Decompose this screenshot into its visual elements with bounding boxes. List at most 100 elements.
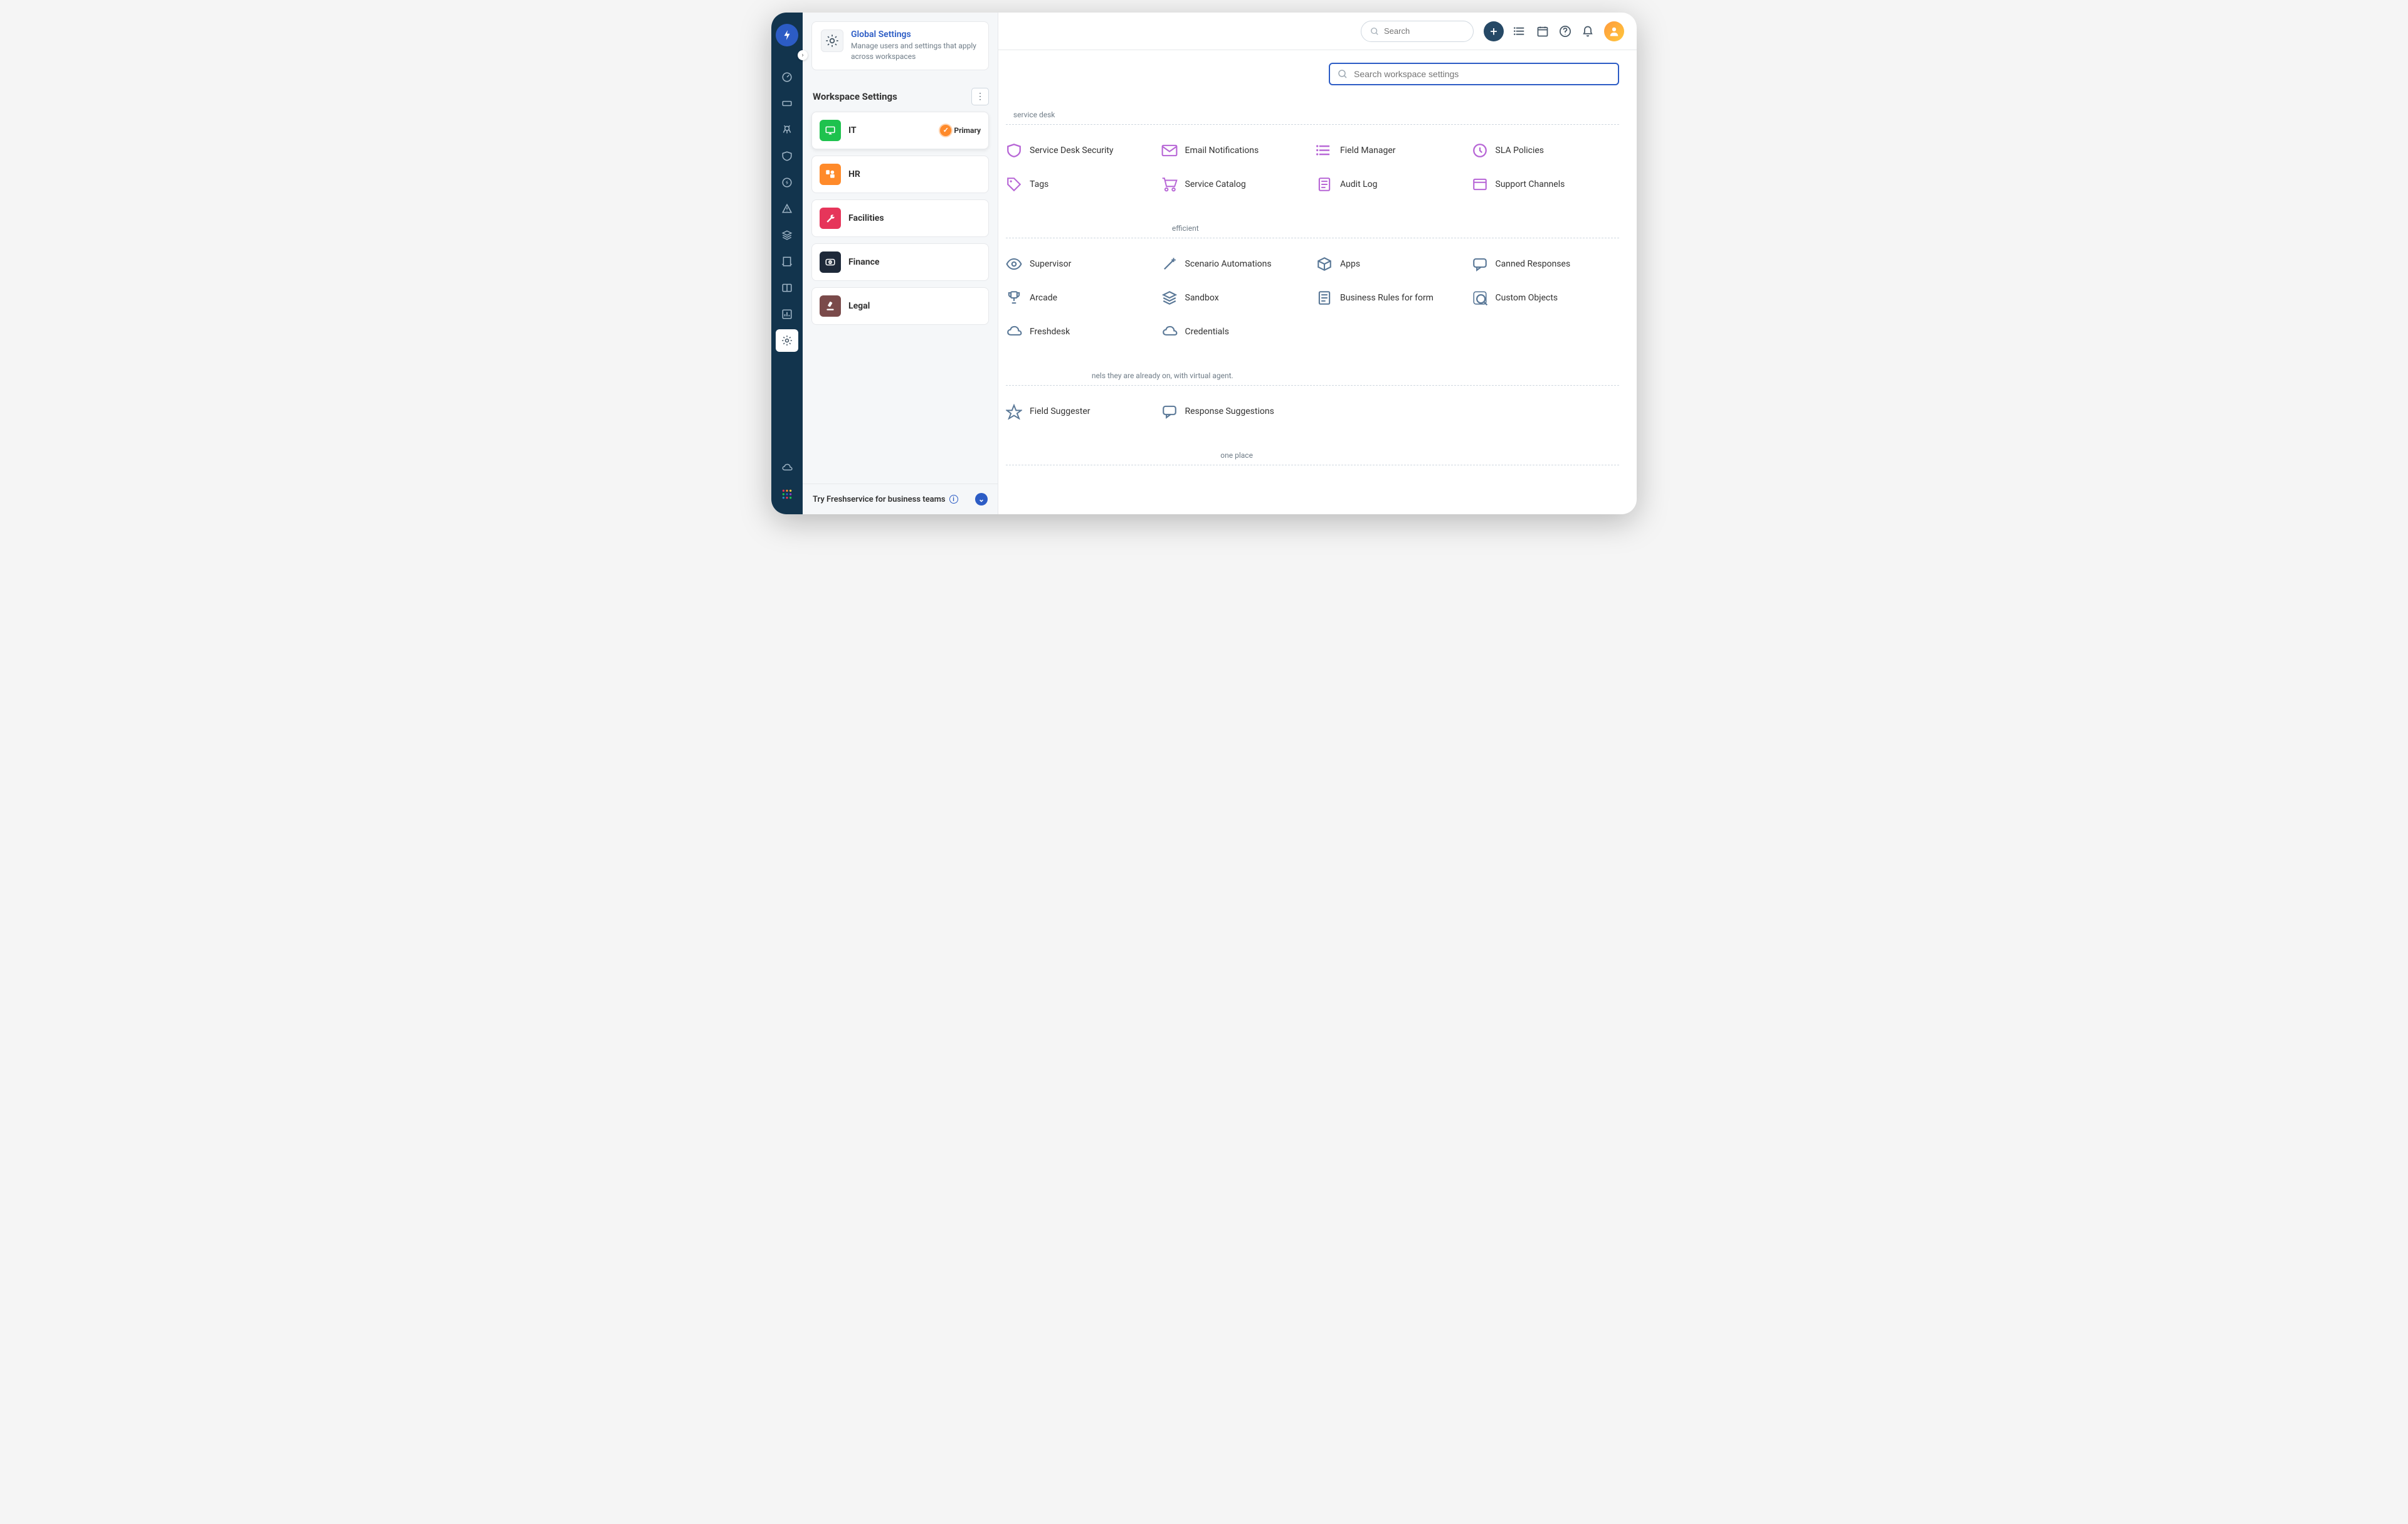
try-freshservice-label: Try Freshservice for business teams — [813, 495, 946, 504]
global-settings-title: Global Settings — [851, 29, 980, 40]
rail-projects[interactable] — [776, 250, 798, 273]
rail-settings[interactable] — [776, 329, 798, 352]
setting-label: Field Manager — [1340, 146, 1396, 156]
setting-canned-responses[interactable]: Canned Responses — [1472, 256, 1620, 272]
setting-support-channels[interactable]: Support Channels — [1472, 176, 1620, 193]
setting-icon — [1161, 176, 1178, 193]
checklist-icon[interactable] — [1514, 25, 1526, 38]
rail-solutions[interactable] — [776, 277, 798, 299]
settings-grid: Field Suggester Response Suggestions — [1006, 403, 1619, 420]
setting-icon — [1161, 142, 1178, 159]
setting-supervisor[interactable]: Supervisor — [1006, 256, 1154, 272]
setting-icon — [1161, 403, 1178, 420]
workspace-icon — [820, 164, 841, 185]
workspace-settings-title: Workspace Settings — [813, 91, 897, 102]
workspace-icon — [820, 208, 841, 229]
new-button[interactable]: + — [1484, 21, 1504, 41]
avatar[interactable] — [1604, 21, 1624, 41]
workspace-item-facilities[interactable]: Facilities — [811, 199, 989, 237]
app-logo[interactable] — [776, 24, 798, 46]
setting-icon — [1472, 176, 1488, 193]
global-settings-card[interactable]: Global Settings Manage users and setting… — [811, 21, 989, 70]
setting-field-suggester[interactable]: Field Suggester — [1006, 403, 1154, 420]
setting-custom-objects[interactable]: Custom Objects — [1472, 290, 1620, 306]
setting-icon — [1472, 290, 1488, 306]
workspace-name: IT — [848, 125, 932, 135]
chevron-down-icon: ⌄ — [975, 493, 988, 505]
setting-label: Business Rules for form — [1340, 293, 1434, 303]
setting-icon — [1316, 290, 1333, 306]
setting-label: Field Suggester — [1030, 406, 1090, 416]
setting-label: Audit Log — [1340, 179, 1378, 189]
section-description: nels they are already on, with virtual a… — [1006, 371, 1619, 386]
rail-tickets[interactable] — [776, 92, 798, 115]
setting-label: Canned Responses — [1496, 259, 1571, 269]
workspace-settings-header: Workspace Settings ⋮ — [803, 77, 998, 112]
setting-label: Email Notifications — [1185, 146, 1259, 156]
setting-tags[interactable]: Tags — [1006, 176, 1154, 193]
expand-rail-button[interactable]: › — [798, 50, 808, 60]
setting-sandbox[interactable]: Sandbox — [1161, 290, 1309, 306]
setting-response-suggestions[interactable]: Response Suggestions — [1161, 403, 1309, 420]
rail-problems[interactable] — [776, 119, 798, 141]
workspace-more-button[interactable]: ⋮ — [971, 88, 989, 105]
workspace-item-hr[interactable]: HR — [811, 156, 989, 193]
setting-scenario-automations[interactable]: Scenario Automations — [1161, 256, 1309, 272]
setting-icon — [1472, 256, 1488, 272]
section-description: efficient — [1006, 224, 1619, 238]
workspace-icon — [820, 120, 841, 141]
info-icon: i — [949, 495, 958, 504]
calendar-icon[interactable] — [1536, 25, 1549, 38]
bell-icon[interactable] — [1582, 25, 1594, 38]
rail-reports[interactable] — [776, 303, 798, 325]
setting-business-rules-for-form[interactable]: Business Rules for form — [1316, 290, 1464, 306]
settings-search[interactable] — [1329, 63, 1619, 85]
setting-label: Custom Objects — [1496, 293, 1558, 303]
setting-icon — [1006, 142, 1022, 159]
setting-service-catalog[interactable]: Service Catalog — [1161, 176, 1309, 193]
workspace-item-legal[interactable]: Legal — [811, 287, 989, 325]
setting-email-notifications[interactable]: Email Notifications — [1161, 142, 1309, 159]
rail-changes[interactable] — [776, 145, 798, 167]
rail-assets[interactable] — [776, 224, 798, 246]
try-freshservice-bar[interactable]: Try Freshservice for business teams i ⌄ — [803, 484, 998, 514]
workspace-name: HR — [848, 169, 981, 179]
setting-arcade[interactable]: Arcade — [1006, 290, 1154, 306]
setting-audit-log[interactable]: Audit Log — [1316, 176, 1464, 193]
setting-icon — [1316, 176, 1333, 193]
workspace-item-it[interactable]: IT✓Primary — [811, 112, 989, 149]
rail-dashboard[interactable] — [776, 66, 798, 88]
setting-icon — [1316, 142, 1333, 159]
setting-credentials[interactable]: Credentials — [1161, 324, 1309, 340]
setting-label: Support Channels — [1496, 179, 1565, 189]
settings-search-input[interactable] — [1354, 69, 1610, 79]
primary-badge-icon: ✓ — [940, 125, 951, 136]
setting-icon — [1161, 290, 1178, 306]
setting-label: Tags — [1030, 179, 1048, 189]
global-search-input[interactable] — [1384, 26, 1494, 36]
rail-alerts[interactable] — [776, 198, 798, 220]
search-icon — [1370, 27, 1379, 36]
workspace-icon — [820, 295, 841, 317]
rail-cloud[interactable] — [776, 457, 798, 479]
gear-icon — [821, 29, 843, 52]
rail-apps[interactable] — [776, 483, 798, 505]
setting-icon — [1472, 142, 1488, 159]
setting-sla-policies[interactable]: SLA Policies — [1472, 142, 1620, 159]
help-icon[interactable] — [1559, 25, 1571, 38]
workspace-icon — [820, 251, 841, 273]
setting-label: Arcade — [1030, 293, 1057, 303]
setting-service-desk-security[interactable]: Service Desk Security — [1006, 142, 1154, 159]
section-description: one place — [1006, 451, 1619, 465]
global-search[interactable] — [1361, 21, 1474, 42]
setting-apps[interactable]: Apps — [1316, 256, 1464, 272]
setting-freshdesk[interactable]: Freshdesk — [1006, 324, 1154, 340]
secondary-panel: Global Settings Manage users and setting… — [803, 13, 998, 514]
setting-icon — [1316, 256, 1333, 272]
setting-field-manager[interactable]: Field Manager — [1316, 142, 1464, 159]
setting-label: Service Catalog — [1185, 179, 1246, 189]
setting-label: Service Desk Security — [1030, 146, 1114, 156]
rail-releases[interactable] — [776, 171, 798, 194]
app-frame: › Global Settings Manag — [771, 13, 1637, 514]
workspace-item-finance[interactable]: Finance — [811, 243, 989, 281]
